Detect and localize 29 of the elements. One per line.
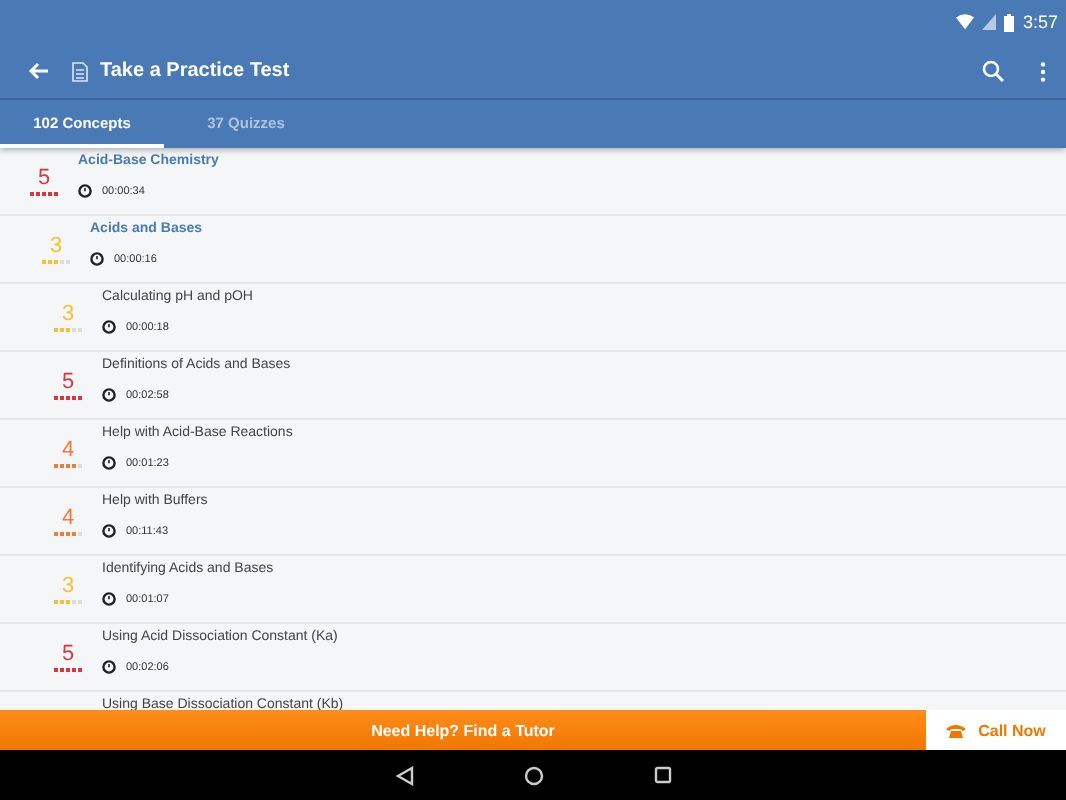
wifi-icon [956,14,975,30]
score-number: 4 [61,439,75,461]
timer-icon [102,456,116,470]
score-number: 4 [61,507,75,529]
score-number: 5 [37,167,51,189]
signal-icon [982,14,997,30]
screen-title: Take a Practice Test [100,60,292,82]
score-number: 3 [49,235,63,257]
score-number: 5 [61,643,75,665]
phone-icon [946,723,967,737]
back-icon[interactable] [395,765,413,785]
document-icon [72,61,88,81]
timer-icon [78,184,92,198]
more-menu-icon[interactable] [1040,61,1046,81]
score-number: 5 [61,371,75,393]
timer-icon [102,388,116,402]
battery-icon [1004,13,1015,31]
timer-icon [90,252,104,266]
score-number: 3 [61,575,75,597]
timer-icon [102,660,116,674]
score-number: 3 [61,303,75,325]
search-icon[interactable] [982,60,1004,82]
home-icon[interactable] [523,765,543,785]
timer-icon [102,592,116,606]
back-arrow-icon[interactable] [28,62,48,80]
recent-apps-icon[interactable] [653,766,671,784]
timer-icon [102,524,116,538]
status-time: 3:57 [1022,12,1058,32]
timer-icon [102,320,116,334]
